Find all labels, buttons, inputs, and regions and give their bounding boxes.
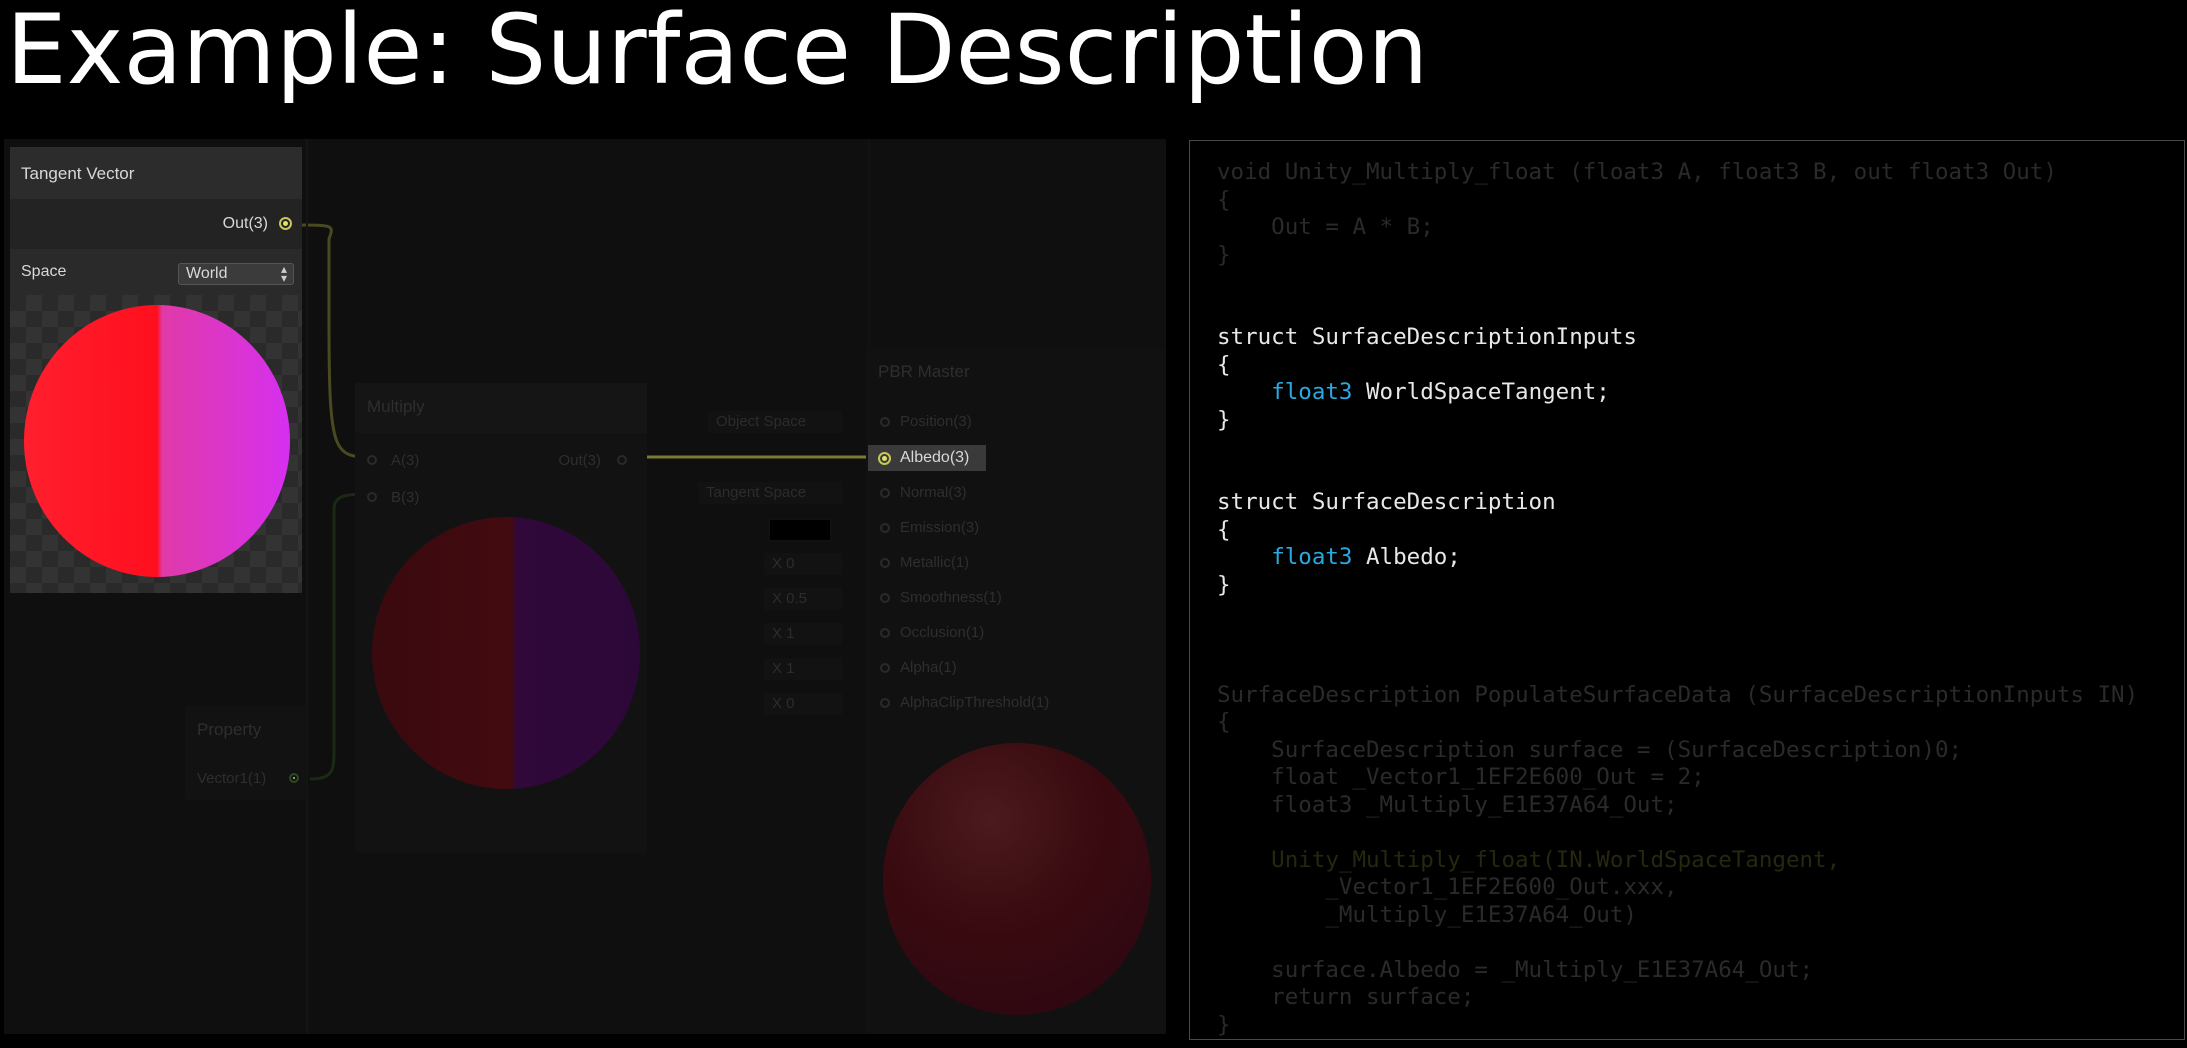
position-space-field[interactable]: Object Space <box>708 411 842 433</box>
out-port-label: Vector1(1) <box>197 770 267 787</box>
port-dot-icon[interactable] <box>880 698 890 708</box>
port-dot-icon[interactable] <box>880 663 890 673</box>
code-keyword: float3 <box>1271 544 1353 570</box>
port-dot-icon[interactable] <box>367 455 377 465</box>
node-title-label: Property <box>197 720 262 739</box>
port-dot-icon[interactable] <box>279 217 292 230</box>
generated-code-panel: void Unity_Multiply_float (float3 A, flo… <box>1189 140 2185 1040</box>
code-line: float _Vector1_1EF2E600_Out = 2; <box>1217 764 1705 790</box>
code-line: _Multiply_E1E37A64_Out) <box>1217 901 1637 928</box>
port-dot-icon[interactable] <box>289 773 299 783</box>
code-listing: void Unity_Multiply_float (float3 A, flo… <box>1217 159 2138 1039</box>
port-dot-icon[interactable] <box>880 523 890 533</box>
code-line: { <box>1217 516 1231 543</box>
smoothness-field[interactable]: X 0.5 <box>764 588 842 610</box>
out-port-label: Out(3) <box>558 452 601 469</box>
code-line: } <box>1217 571 1231 598</box>
code-line: SurfaceDescription surface = (SurfaceDes… <box>1217 736 1963 763</box>
pbr-port-emission: Emission(3) <box>900 519 980 536</box>
pbr-port-normal: Normal(3) <box>900 484 967 501</box>
code-line: Out = A * B; <box>1217 214 1434 240</box>
pbr-port-metallic: Metallic(1) <box>900 554 970 571</box>
code-line: } <box>1217 406 1231 433</box>
pbr-port-smoothness: Smoothness(1) <box>900 589 1002 606</box>
pbr-port-position: Position(3) <box>900 413 972 430</box>
port-dot-icon[interactable] <box>880 558 890 568</box>
tangent-vector-node[interactable]: Tangent Vector Out(3) Space World ▴ ▾ <box>10 147 302 593</box>
multiply-node[interactable]: Multiply A(3) B(3) Out(3) <box>355 383 647 853</box>
code-line: } <box>1217 1011 1231 1038</box>
port-dot-icon[interactable] <box>367 492 377 502</box>
node-title-label: Tangent Vector <box>21 164 135 183</box>
node-title-label: Multiply <box>367 397 425 416</box>
chevron-updown-icon: ▴ ▾ <box>280 262 287 285</box>
occlusion-field[interactable]: X 1 <box>764 623 842 645</box>
shader-graph-canvas[interactable]: Tangent Vector Out(3) Space World ▴ ▾ Mul… <box>4 139 1166 1034</box>
port-dot-icon[interactable] <box>880 628 890 638</box>
code-line: Albedo; <box>1352 544 1461 570</box>
node-title-label: PBR Master <box>878 362 970 381</box>
pbr-port-albedo: Albedo(3) <box>900 449 970 466</box>
code-line: float3 _Multiply_E1E37A64_Out; <box>1217 791 1678 818</box>
code-line: WorldSpaceTangent; <box>1352 379 1610 405</box>
out-port-label: Out(3) <box>222 215 268 232</box>
preview-sphere <box>883 743 1151 1015</box>
code-line: _Vector1_1EF2E600_Out.xxx, <box>1217 874 1678 900</box>
code-line: { <box>1217 709 1231 735</box>
port-dot-icon[interactable] <box>880 417 890 427</box>
code-line: Unity_Multiply_float(IN.WorldSpaceTangen… <box>1217 846 1841 873</box>
metallic-field[interactable]: X 0 <box>764 553 842 575</box>
code-line: SurfaceDescription PopulateSurfaceData (… <box>1217 681 2139 708</box>
port-dot-icon[interactable] <box>880 488 890 498</box>
code-line: struct SurfaceDescription <box>1217 489 1556 515</box>
alpha-clip-field[interactable]: X 0 <box>764 693 842 715</box>
page-title: Example: Surface Description <box>6 0 1429 106</box>
preview-sphere <box>372 517 640 789</box>
space-dropdown[interactable]: World ▴ ▾ <box>178 263 294 285</box>
property-node[interactable]: Property Vector1(1) <box>185 706 307 800</box>
pbr-port-alpha-clip-threshold: AlphaClipThreshold(1) <box>900 694 1050 711</box>
port-dot-icon[interactable] <box>617 455 627 465</box>
code-line: { <box>1217 351 1231 378</box>
port-dot-icon[interactable] <box>880 593 890 603</box>
code-line: void Unity_Multiply_float (float3 A, flo… <box>1217 159 2057 185</box>
code-line: return surface; <box>1217 984 1475 1010</box>
code-keyword: float3 <box>1271 379 1353 405</box>
input-a-label: A(3) <box>391 452 420 469</box>
code-line: { <box>1217 186 1231 213</box>
alpha-field[interactable]: X 1 <box>764 658 842 680</box>
pbr-port-alpha: Alpha(1) <box>900 659 957 676</box>
code-line: struct SurfaceDescriptionInputs <box>1217 324 1637 350</box>
code-line: surface.Albedo = _Multiply_E1E37A64_Out; <box>1217 956 1814 983</box>
preview-sphere <box>24 305 290 577</box>
input-b-label: B(3) <box>391 489 420 506</box>
code-line: } <box>1217 241 1231 268</box>
space-label: Space <box>21 263 67 280</box>
emission-color-swatch[interactable] <box>768 518 832 542</box>
port-dot-icon[interactable] <box>878 452 891 465</box>
normal-space-field[interactable]: Tangent Space <box>698 482 842 504</box>
pbr-port-occlusion: Occlusion(1) <box>900 624 985 641</box>
